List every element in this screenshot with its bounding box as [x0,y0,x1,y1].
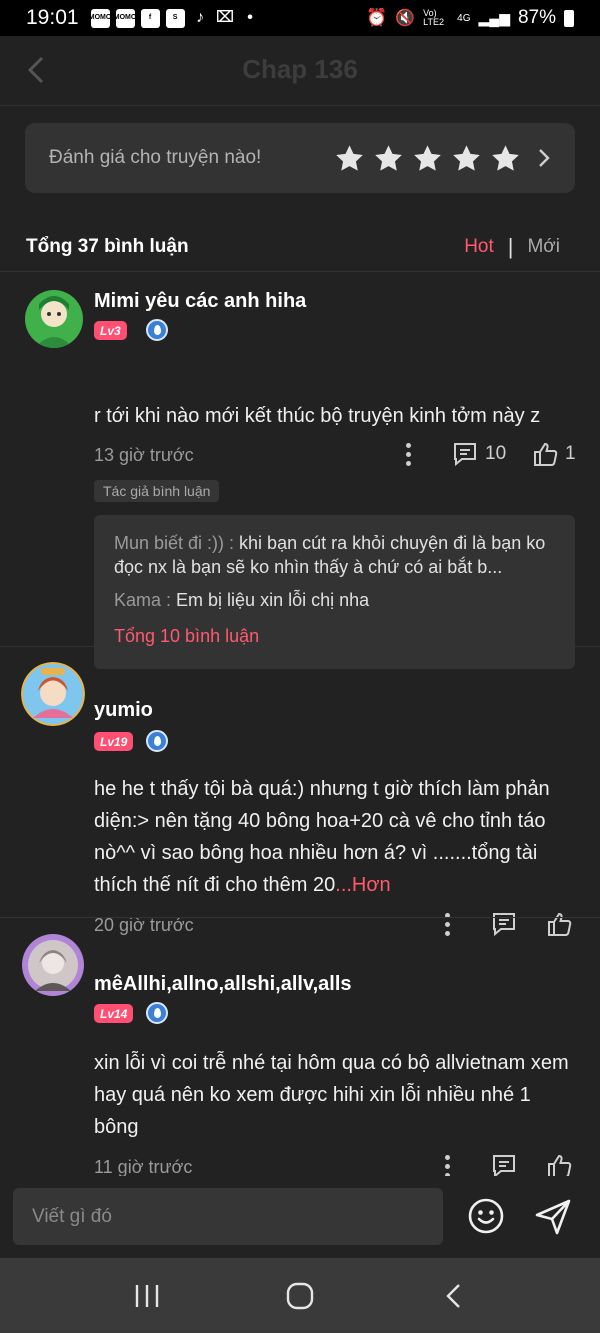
reply-count: 10 [485,443,507,464]
momo-icon: MOMO [114,8,136,28]
comment-text-content: he he t thấy tội bà quá:) nhưng t giờ th… [94,778,550,896]
comment-item: Mimi yêu các anh hiha Lv3 r tới khi nào … [0,272,600,669]
star-icon[interactable] [451,143,482,174]
battery-percent: 87% [517,7,556,28]
star-icon[interactable] [412,143,443,174]
volte-label: Vo) LTE2 [423,8,445,27]
comment-text: he he t thấy tội bà quá:) nhưng t giờ th… [94,773,570,901]
page-title: Chap 136 [242,54,358,84]
status-time: 19:01 [26,6,79,29]
system-nav-bar [0,1258,600,1333]
star-icon[interactable] [490,143,521,174]
comment-icon [454,443,476,467]
header: Chap 136 [0,36,600,106]
comment-item: mêAllhi,allno,allshi,allv,alls Lv14 xin … [0,918,600,1179]
reply-author: Mun biết đi :)) : [114,533,240,553]
avatar[interactable] [21,933,85,997]
verified-icon [146,730,168,752]
smiley-icon[interactable] [467,1197,505,1235]
notification-icons: MOMO MOMO f S ♪ ⌧ • [89,8,260,28]
level-badge: Lv19 [94,732,134,751]
battery-icon [564,9,574,27]
comment-text: xin lỗi vì coi trễ nhé tại hôm qua có bộ… [94,1052,569,1138]
comment-composer [0,1176,600,1258]
username[interactable]: yumio [94,699,153,722]
capcut-icon: ⌧ [215,9,235,26]
verified-icon [146,319,168,341]
signal-icon: ▂▄▆ [478,9,510,26]
rating-stars[interactable] [334,143,551,174]
comment-text: r tới khi nào mới kết thúc bộ truyện kin… [94,405,541,427]
system-status: ⏰ 🔇 Vo) LTE2 4G ▂▄▆ 87% [366,7,574,29]
reply-text: Em bị liệu xin lỗi chị nha [176,590,370,610]
comment-time: 11 giờ trước [94,1157,193,1177]
momo-icon: MOMO [89,8,111,28]
level-badge: Lv3 [94,321,127,340]
reply-item: Mun biết đi :)) : khi bạn cút ra khỏi ch… [114,531,555,579]
comment-total: Tổng 37 bình luận [26,236,189,257]
more-notifications-icon: • [247,9,253,26]
username[interactable]: Mimi yêu các anh hiha [94,290,306,313]
recents-icon[interactable] [122,1271,172,1321]
sort-tabs: Hot | Mới [464,234,560,260]
back-icon[interactable] [428,1271,478,1321]
rating-prompt: Đánh giá cho truyện nào! [49,147,262,168]
avatar[interactable] [21,662,85,726]
comments-screen: Chap 136 Đánh giá cho truyện nào! Tổng 3… [0,36,600,1258]
reply-author: Kama : [114,590,177,610]
shopee-icon: S [165,8,185,28]
read-more-link[interactable]: ...Hơn [335,874,390,896]
like-button[interactable]: 1 [531,440,576,468]
reply-button[interactable]: 10 [451,440,506,468]
tab-separator: | [507,234,514,259]
comment-time: 13 giờ trước [94,445,194,465]
rating-card[interactable]: Đánh giá cho truyện nào! [25,123,575,193]
avatar[interactable] [25,290,83,348]
comment-item: yumio Lv19 he he t thấy tội bà quá:) như… [0,647,600,937]
alarm-icon: ⏰ [366,8,388,27]
home-icon[interactable] [275,1271,325,1321]
status-bar: 19:01 MOMO MOMO f S ♪ ⌧ • ⏰ 🔇 Vo) LTE2 4… [0,0,600,36]
star-icon[interactable] [334,143,365,174]
tab-hot[interactable]: Hot [464,236,494,258]
like-count: 1 [565,443,576,464]
tab-new[interactable]: Mới [527,236,560,258]
thumbs-up-icon [534,442,558,466]
tiktok-icon: ♪ [196,9,205,26]
comment-input[interactable] [13,1188,443,1245]
chevron-right-icon[interactable] [537,147,551,169]
verified-icon [146,1002,168,1024]
level-badge: Lv14 [94,1004,134,1023]
more-options-icon[interactable] [396,440,420,468]
star-icon[interactable] [373,143,404,174]
username[interactable]: mêAllhi,allno,allshi,allv,alls [94,973,352,996]
facebook-icon: f [140,8,160,28]
send-icon[interactable] [533,1197,573,1237]
comments-toolbar: Tổng 37 bình luận Hot | Mới [26,231,560,263]
network-type: 4G [457,12,471,24]
view-all-replies-link[interactable]: Tổng 10 bình luận [114,626,555,647]
author-tag: Tác giả bình luận [94,480,220,502]
mute-icon: 🔇 [395,10,416,27]
reply-item: Kama : Em bị liệu xin lỗi chị nha [114,588,555,612]
